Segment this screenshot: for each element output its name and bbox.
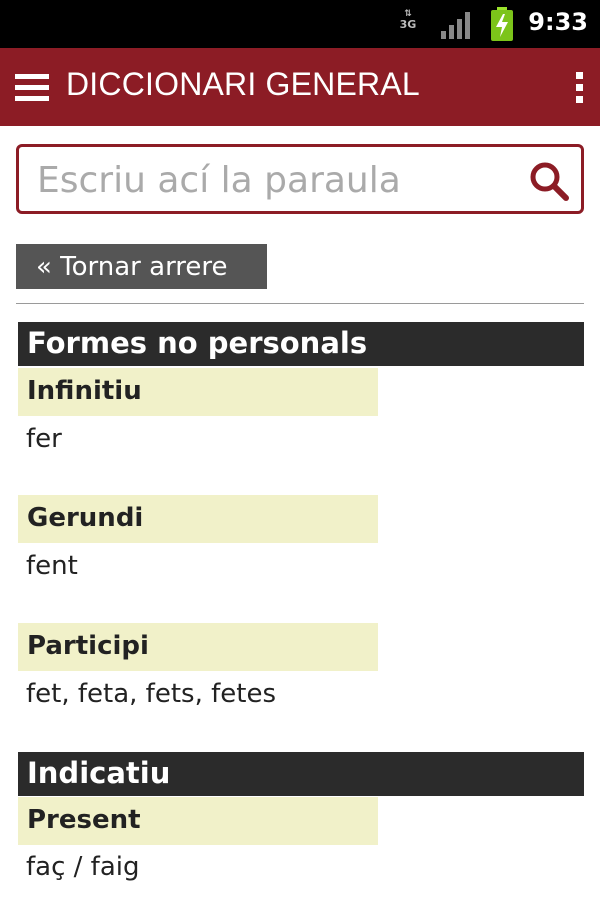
section-header-formes-no-personals: Formes no personals	[18, 322, 584, 366]
term-label-participi: Participi	[18, 623, 378, 671]
network-3g-icon: ⇅ 3G	[397, 10, 419, 38]
search-icon[interactable]	[529, 161, 569, 201]
search-box	[16, 144, 584, 214]
status-clock: 9:33	[528, 8, 588, 36]
back-button[interactable]: « Tornar arrere	[16, 244, 267, 289]
network-type-label: 3G	[399, 18, 417, 31]
term-value-present: faç / faig	[26, 852, 140, 882]
battery-charging-icon	[491, 7, 513, 41]
term-label-gerundi: Gerundi	[18, 495, 378, 543]
search-input[interactable]	[35, 153, 519, 207]
app-bar: DICCIONARI GENERAL	[0, 48, 600, 126]
term-value-infinitiu: fer	[26, 424, 62, 454]
app-title: DICCIONARI GENERAL	[66, 66, 420, 102]
term-value-gerundi: fent	[26, 551, 78, 581]
signal-strength-icon	[441, 12, 470, 39]
divider	[16, 303, 584, 304]
section-header-indicatiu: Indicatiu	[18, 752, 584, 796]
overflow-menu-icon[interactable]	[570, 70, 590, 104]
term-value-participi: fet, feta, fets, fetes	[26, 679, 276, 709]
term-label-infinitiu: Infinitiu	[18, 368, 378, 416]
term-label-present: Present	[18, 797, 378, 845]
hamburger-menu-icon[interactable]	[15, 72, 49, 102]
status-bar: ⇅ 3G 9:33	[0, 0, 600, 48]
